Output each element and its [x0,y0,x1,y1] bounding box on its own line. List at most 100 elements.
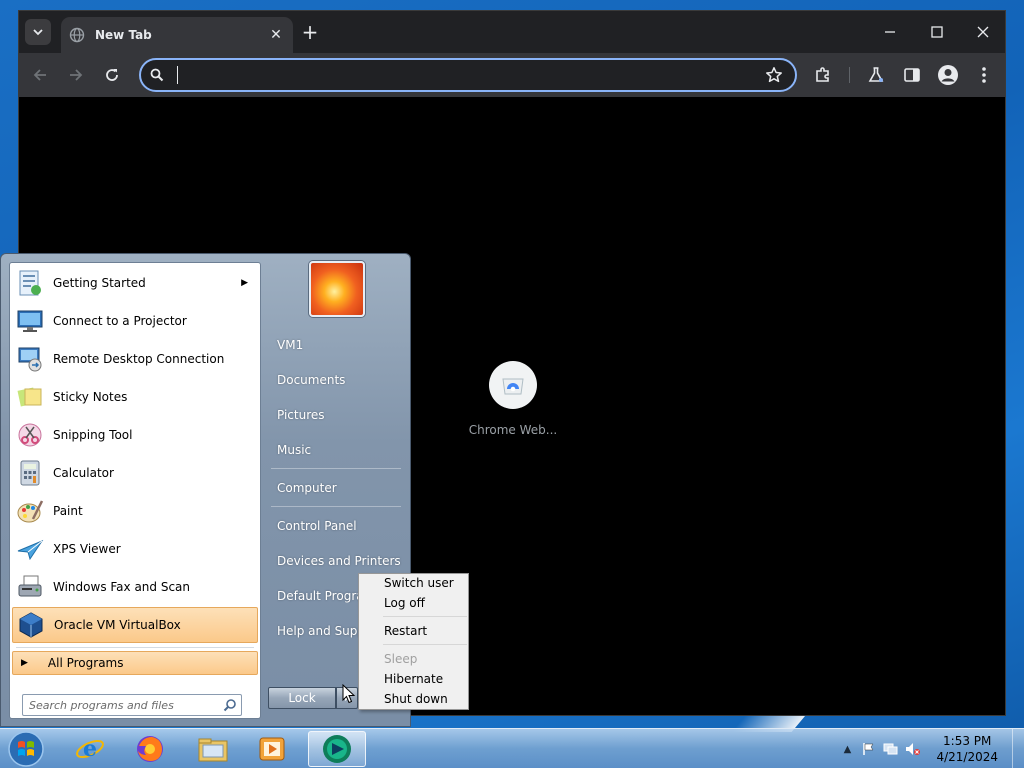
volume-muted-icon[interactable] [905,741,921,757]
taskbar-firefox[interactable] [121,731,179,767]
tab-new-tab[interactable]: New Tab ✕ [61,17,293,53]
start-item-pictures[interactable]: Pictures [277,408,325,422]
program-xps-viewer[interactable]: XPS Viewer [12,531,258,567]
getting-started-icon [14,267,46,299]
xps-viewer-icon [14,533,46,565]
globe-icon [69,27,85,43]
user-avatar[interactable] [309,261,365,317]
bookmark-star-icon[interactable] [765,66,783,84]
start-item-music[interactable]: Music [277,443,311,457]
address-input[interactable] [175,64,735,86]
start-item-documents[interactable]: Documents [277,373,345,387]
maximize-icon [931,26,943,38]
show-hidden-icons-button[interactable]: ▲ [839,741,855,757]
windows-orb-icon [8,731,44,767]
start-search-input[interactable] [29,698,217,712]
menu-item-shut-down[interactable]: Shut down [384,692,448,706]
start-menu-programs-pane: Getting Started ▶ Connect to a Projector… [9,262,261,719]
puzzle-icon [816,67,829,82]
program-sticky-notes[interactable]: Sticky Notes [12,379,258,415]
maximize-button[interactable] [914,19,960,45]
program-label: Sticky Notes [53,390,128,404]
clock-time: 1:53 PM [943,734,992,748]
start-item-default-programs[interactable]: Default Programs [277,589,361,603]
menu-item-sleep: Sleep [384,652,418,666]
taskbar-media-player[interactable] [243,731,301,767]
side-panel-icon [904,68,920,82]
search-icon[interactable] [223,698,237,712]
program-getting-started[interactable]: Getting Started ▶ [12,265,258,301]
svg-text:e: e [83,736,97,762]
tab-search-button[interactable] [25,19,51,45]
program-remote-desktop[interactable]: Remote Desktop Connection [12,341,258,377]
menu-button[interactable] [972,63,996,87]
menu-item-log-off[interactable]: Log off [384,596,425,610]
menu-item-hibernate[interactable]: Hibernate [384,672,443,686]
minimize-button[interactable] [867,19,913,45]
snipping-tool-icon [14,419,46,451]
program-virtualbox[interactable]: Oracle VM VirtualBox [12,607,258,643]
internet-explorer-icon: e [76,736,104,762]
program-fax-scan[interactable]: Windows Fax and Scan [12,569,258,605]
tab-strip: New Tab ✕ + [19,11,1005,53]
start-item-user[interactable]: VM1 [277,338,303,352]
program-paint[interactable]: Paint [12,493,258,529]
text-caret [177,66,178,84]
chrome-web-store-icon [502,378,524,395]
program-label: Getting Started [53,276,146,290]
program-label: XPS Viewer [53,542,121,556]
all-programs-button[interactable]: ▶ All Programs [12,651,258,675]
fax-scan-icon [14,571,46,603]
arrow-right-icon [70,69,83,81]
lock-button[interactable]: Lock [268,687,336,709]
system-clock[interactable]: 1:53 PM 4/21/2024 [936,733,998,765]
menu-item-switch-user[interactable]: Switch user [384,576,454,590]
folder-icon [198,738,228,762]
power-options-menu: Switch user Log off Restart Sleep Hibern… [358,573,469,710]
start-menu: Getting Started ▶ Connect to a Projector… [0,253,411,727]
minimize-icon [885,31,895,33]
taskbar: e ▲ 1:53 PM 4/21/2024 [0,728,1024,768]
tab-close-icon[interactable]: ✕ [267,27,285,43]
new-tab-button[interactable]: + [299,22,321,44]
back-button[interactable] [28,63,52,87]
firefox-icon [137,736,163,762]
labs-button[interactable] [864,63,888,87]
program-calculator[interactable]: Calculator [12,455,258,491]
start-item-control-panel[interactable]: Control Panel [277,519,357,533]
taskbar-chrome-active[interactable] [308,731,366,767]
show-desktop-button[interactable] [1012,729,1024,768]
start-item-devices-printers[interactable]: Devices and Printers [277,554,401,568]
taskbar-explorer[interactable] [184,731,242,767]
action-center-flag-icon[interactable] [861,741,877,757]
address-bar[interactable] [139,58,797,92]
play-arrow-icon: ▶ [21,658,28,668]
close-button[interactable] [960,19,1006,45]
app-icon [323,735,351,763]
start-button[interactable] [6,730,46,768]
menu-item-restart[interactable]: Restart [384,624,427,638]
program-snipping-tool[interactable]: Snipping Tool [12,417,258,453]
browser-toolbar [19,53,1005,97]
close-icon [977,26,989,38]
account-icon [938,65,958,85]
network-icon[interactable] [883,741,899,757]
shortcut-chrome-web-store[interactable]: Chrome Web... [465,361,561,437]
start-item-help-support[interactable]: Help and Support [277,624,361,638]
program-label: Calculator [53,466,114,480]
taskbar-internet-explorer[interactable]: e [61,731,119,767]
forward-button[interactable] [64,63,88,87]
program-connect-projector[interactable]: Connect to a Projector [12,303,258,339]
menu-separator [383,616,467,617]
remote-desktop-icon [14,343,46,375]
reload-button[interactable] [100,63,124,87]
profile-button[interactable] [936,63,960,87]
start-item-computer[interactable]: Computer [277,481,337,495]
program-label: Windows Fax and Scan [53,580,191,594]
side-panel-button[interactable] [900,63,924,87]
media-player-icon [259,737,285,761]
extensions-button[interactable] [811,63,835,87]
start-search-box[interactable] [22,694,242,716]
calculator-icon [14,457,46,489]
mouse-cursor-icon [342,684,356,704]
